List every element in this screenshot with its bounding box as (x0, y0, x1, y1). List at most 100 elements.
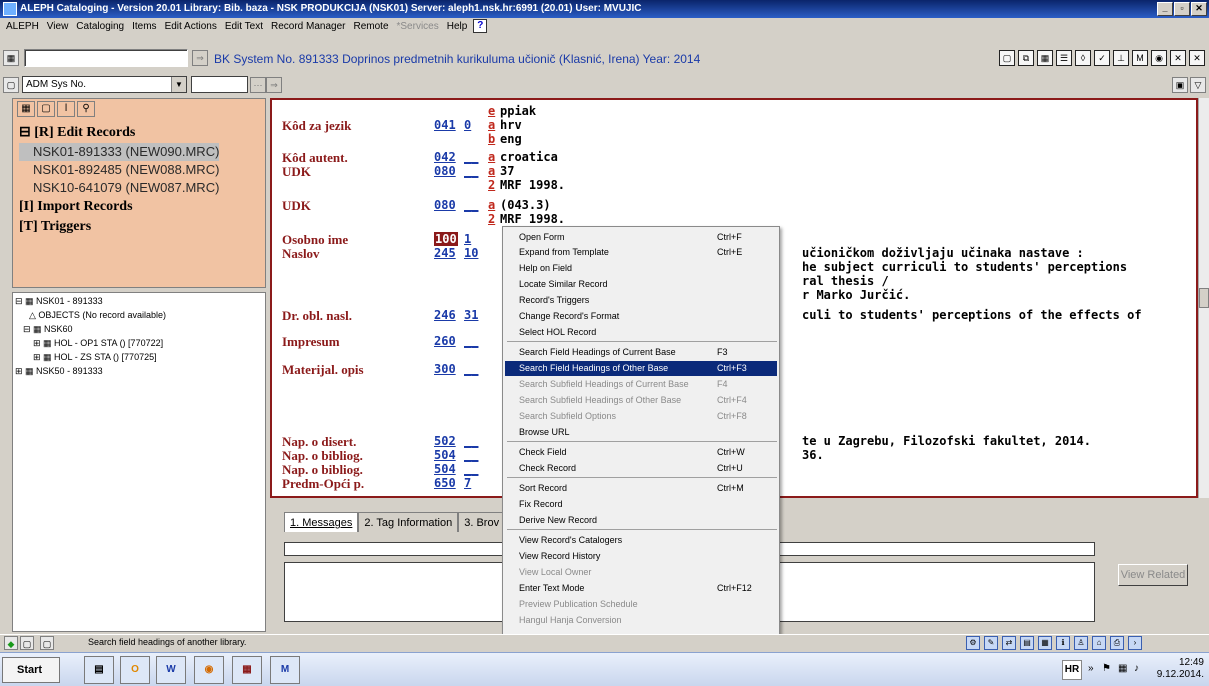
subfield-code[interactable]: a (488, 198, 495, 212)
info-icon[interactable]: ℹ (1056, 636, 1070, 650)
subfield-code[interactable]: 2 (488, 178, 495, 192)
context-menu-item[interactable]: Check Record Ctrl+U (505, 461, 777, 476)
field-indicator[interactable]: __ (464, 462, 478, 476)
field-tag[interactable]: 300 (434, 362, 456, 376)
context-menu-item[interactable]: Search Field Headings of Other Base Ctrl+… (505, 361, 777, 376)
settings-icon[interactable]: ⚙ (966, 636, 980, 650)
tree-node[interactable]: ⊞ ▦ HOL - ZS STA () [770725] (33, 352, 157, 363)
db-icon[interactable]: ▤ (1020, 636, 1034, 650)
explorer-icon[interactable]: ▤ (84, 656, 114, 684)
form-icon[interactable]: ▦ (3, 50, 19, 66)
menu-remote[interactable]: Remote (349, 21, 392, 32)
binoculars-icon[interactable]: ⚲ (77, 101, 95, 117)
field-indicator[interactable]: 1 (464, 232, 471, 246)
field-indicator[interactable]: 7 (464, 476, 471, 490)
field-indicator[interactable]: __ (464, 334, 478, 348)
tab-messages[interactable]: 1. Messages (284, 512, 359, 532)
field-tag[interactable]: 504 (434, 462, 456, 476)
field-tag[interactable]: 080 (434, 164, 456, 178)
subfield-code[interactable]: a (488, 118, 495, 132)
aleph-icon[interactable]: ▦ (232, 656, 262, 684)
panel-copy-icon[interactable]: ▢ (37, 101, 55, 117)
minimize-button[interactable]: _ (1157, 2, 1173, 16)
copy-icon[interactable]: ⧉ (1018, 50, 1034, 66)
field-indicator[interactable]: 31 (464, 308, 478, 322)
subfield-code[interactable]: a (488, 150, 495, 164)
menu-edit-text[interactable]: Edit Text (221, 21, 267, 32)
marc-app-icon[interactable]: M (270, 656, 300, 684)
network-icon[interactable]: ▦ (1118, 663, 1127, 674)
window-icon[interactable]: ▢ (3, 77, 19, 93)
field-tag[interactable]: 080 (434, 198, 456, 212)
close-x-icon[interactable]: ✕ (1170, 50, 1186, 66)
context-menu-item[interactable]: Change Record's Format (505, 309, 777, 324)
menu-record-manager[interactable]: Record Manager (267, 21, 349, 32)
tree-node[interactable]: ⊟ ▦ NSK01 - 891333 (15, 296, 103, 307)
field-tag[interactable]: 650 (434, 476, 456, 490)
field-indicator[interactable]: __ (464, 150, 478, 164)
search-type-select[interactable]: ADM Sys No. ▼ (22, 76, 187, 93)
tree-node[interactable]: ⊞ ▦ HOL - OP1 STA () [770722] (33, 338, 163, 349)
context-menu-item[interactable]: Open Form Ctrl+F (505, 230, 777, 245)
field-tag[interactable]: 502 (434, 434, 456, 448)
field-indicator[interactable]: 10 (464, 246, 478, 260)
record-input[interactable] (24, 49, 188, 67)
tab-browse[interactable]: 3. Brov (458, 512, 506, 532)
context-menu-item[interactable]: Enter Text Mode Ctrl+F12 (505, 581, 777, 596)
context-menu-item[interactable]: Sort Record Ctrl+M (505, 481, 777, 496)
tree-item-record[interactable]: NSK10-641079 (NEW087.MRC) (19, 179, 219, 197)
editor-scrollbar[interactable] (1198, 98, 1209, 498)
subfield-code[interactable]: e (488, 104, 495, 118)
volume-icon[interactable]: ♪ (1134, 663, 1139, 674)
field-indicator[interactable]: __ (464, 448, 478, 462)
menu-edit-actions[interactable]: Edit Actions (161, 21, 221, 32)
chevron-down-icon[interactable]: ▼ (171, 77, 186, 92)
flag-icon[interactable]: ⚑ (1102, 663, 1111, 674)
person-icon[interactable]: ♙ (1074, 636, 1088, 650)
tray-arrow-icon[interactable]: » (1088, 663, 1094, 674)
outlook-icon[interactable]: O (120, 656, 150, 684)
search-input[interactable] (191, 76, 248, 93)
tree-icon[interactable]: ⊥ (1113, 50, 1129, 66)
language-indicator[interactable]: HR (1062, 660, 1082, 680)
context-menu-item[interactable]: Record's Triggers (505, 293, 777, 308)
context-menu-item[interactable]: Browse URL (505, 425, 777, 440)
edit-icon[interactable]: ✎ (984, 636, 998, 650)
check-icon[interactable]: ✓ (1094, 50, 1110, 66)
tree-node[interactable]: ⊟ ▦ NSK60 (23, 324, 73, 335)
word-icon[interactable]: W (156, 656, 186, 684)
home-icon[interactable]: ⌂ (1092, 636, 1106, 650)
menu-aleph[interactable]: ALEPH (2, 21, 43, 32)
field-tag[interactable]: 041 (434, 118, 456, 132)
filter-icon[interactable]: ▽ (1190, 77, 1206, 93)
context-menu-item[interactable]: Expand from Template Ctrl+E (505, 245, 777, 260)
field-indicator[interactable]: __ (464, 164, 478, 178)
triggers-header[interactable]: [T] Triggers (19, 217, 219, 237)
subfield-code[interactable]: a (488, 164, 495, 178)
field-tag[interactable]: 246 (434, 308, 456, 322)
help-question-icon[interactable]: ? (473, 19, 488, 33)
context-menu-item[interactable]: View Record History (505, 549, 777, 564)
go-button-icon[interactable]: ⇒ (266, 77, 282, 93)
context-menu-item[interactable]: Fix Record (505, 497, 777, 512)
context-menu-item[interactable]: Search Field Headings of Current Base F3 (505, 345, 777, 360)
panel-grid-icon[interactable]: ▦ (17, 101, 35, 117)
field-indicator[interactable]: __ (464, 434, 478, 448)
context-menu-item[interactable]: Help on Field (505, 261, 777, 276)
link-icon[interactable]: ⇄ (1002, 636, 1016, 650)
tree-item-record[interactable]: NSK01-892485 (NEW088.MRC) (19, 161, 219, 179)
maximize-button[interactable]: ▫ (1174, 2, 1190, 16)
field-tag[interactable]: 504 (434, 448, 456, 462)
edit-records-header[interactable]: ⊟ [R] Edit Records (19, 123, 219, 143)
field-tag[interactable]: 245 (434, 246, 456, 260)
tree-item-record[interactable]: NSK01-891333 (NEW090.MRC) (19, 143, 220, 161)
field-tag[interactable]: 260 (434, 334, 456, 348)
marc-icon[interactable]: M (1132, 50, 1148, 66)
context-menu-item[interactable]: Select HOL Record (505, 325, 777, 340)
context-menu-item[interactable]: Derive New Record (505, 513, 777, 528)
field-indicator[interactable]: __ (464, 198, 478, 212)
go-arrow-icon[interactable]: ⇒ (192, 50, 208, 66)
subfield-code[interactable]: b (488, 132, 495, 146)
field-indicator[interactable]: __ (464, 362, 478, 376)
list-icon[interactable]: ☰ (1056, 50, 1072, 66)
